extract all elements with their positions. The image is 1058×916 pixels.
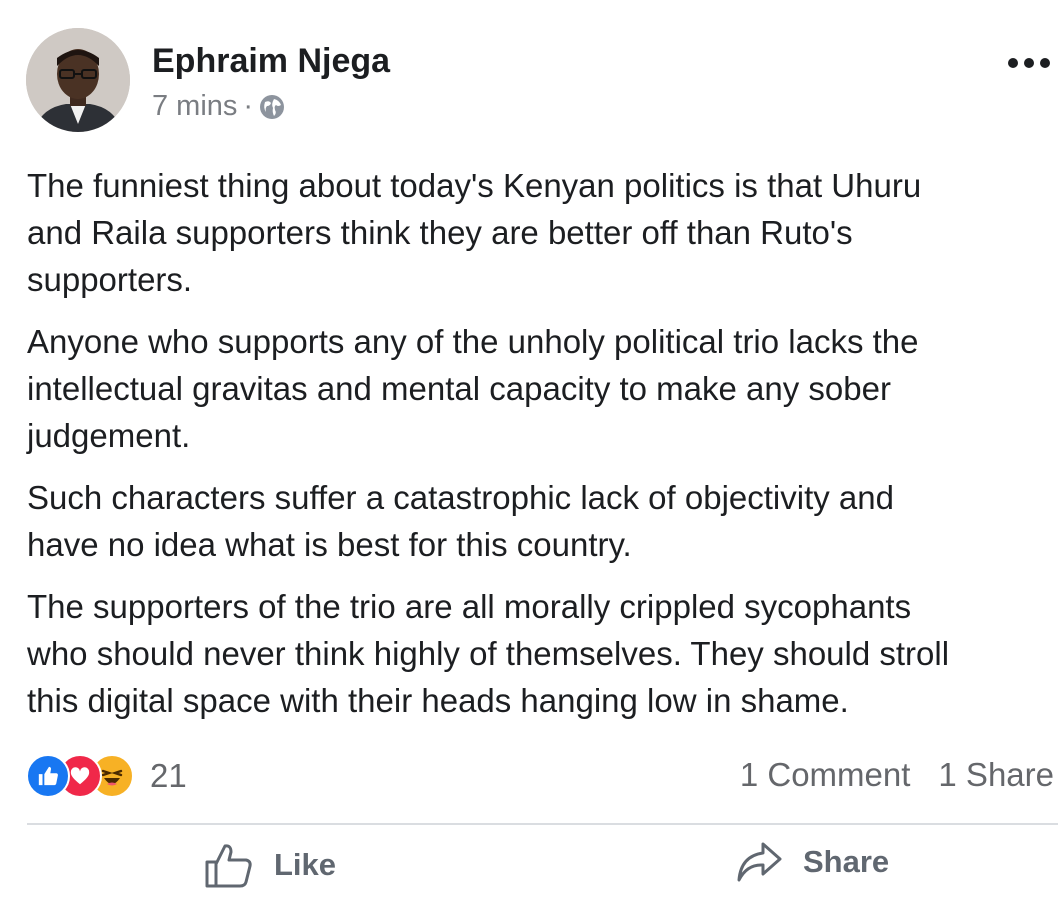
like-reaction-icon [26, 754, 70, 798]
post-meta: 7 mins · [152, 90, 285, 123]
actions-divider [27, 823, 1058, 825]
meta-separator: · [243, 90, 254, 122]
share-arrow-icon [737, 842, 782, 882]
shares-count-link[interactable]: 1 Share [938, 756, 1054, 794]
engagement-stats: 1 Comment 1 Share [740, 756, 1054, 794]
globe-icon [260, 94, 285, 119]
author-name[interactable]: Ephraim Njega [152, 42, 390, 81]
post-paragraph: Such characters suffer a catastrophic la… [27, 479, 894, 563]
post-paragraph: The supporters of the trio are all moral… [27, 588, 950, 719]
avatar-image [26, 28, 130, 132]
post-body: The funniest thing about today's Kenyan … [27, 162, 1058, 739]
post-timestamp[interactable]: 7 mins [152, 90, 237, 123]
comments-count-link[interactable]: 1 Comment [740, 756, 911, 794]
reactions-summary[interactable]: 21 [26, 754, 187, 798]
like-label: Like [274, 847, 337, 882]
share-button[interactable]: Share [735, 840, 889, 884]
post-paragraph: Anyone who supports any of the unholy po… [27, 323, 919, 454]
post-paragraph: The funniest thing about today's Kenyan … [27, 167, 922, 298]
reaction-count: 21 [150, 757, 187, 794]
thumbs-up-icon [205, 844, 252, 888]
like-button[interactable]: Like [204, 840, 336, 890]
more-options-icon[interactable] [1008, 58, 1050, 68]
author-avatar[interactable] [26, 28, 130, 132]
share-label: Share [803, 844, 890, 879]
